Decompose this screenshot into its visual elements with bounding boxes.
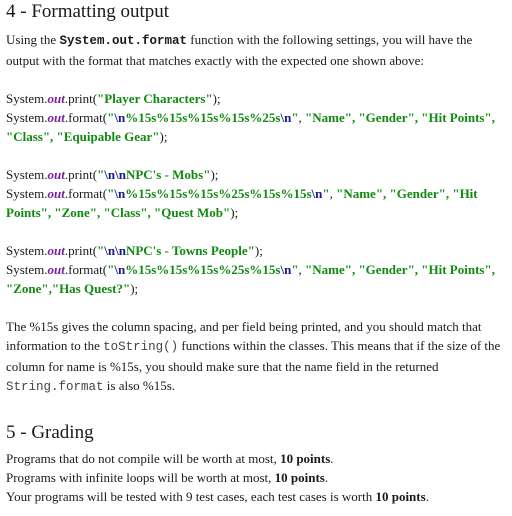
code-close: ); [254,243,263,258]
code-line-args: "Class", "Equipable Gear"); [6,127,506,146]
code-block-player-characters: System.out.print("Player Characters"); S… [6,89,506,146]
grading-end: . [324,470,329,485]
section-heading-formatting-output: 4 - Formatting output [6,1,170,22]
code-print: .print( [64,91,98,106]
code-line-print: System.out.print("Player Characters"); [6,89,506,108]
code-format: .format( [64,110,108,125]
code-system: System. [6,262,48,277]
code-format-spec: %15s%15s%15s%15s%25s [125,110,281,125]
code-args: Points", "Zone", "Class", "Quest Mob" [6,205,231,220]
grading-line: Your programs will be tested with 9 test… [6,487,506,506]
code-args: "Name", "Gender", "Hit [336,186,478,201]
grading-text: Programs with infinite loops will be wor… [6,470,275,485]
code-close: ); [159,129,168,144]
grading-line: Programs that do not compile will be wor… [6,449,506,468]
code-escape: \n [114,262,126,277]
code-system: System. [6,243,48,258]
intro-text-before: Using the [6,32,60,47]
code-print: .print( [64,243,98,258]
code-escape: \n [114,110,126,125]
code-line-print: System.out.print("\n\nNPC's - Towns Peop… [6,241,506,260]
code-close: ); [130,281,139,296]
code-system: System. [6,110,48,125]
explanation-code-tostring: toString() [103,340,179,354]
explanation-code-string-format: String.format [6,380,104,394]
document-page: 4 - Formatting output Using the System.o… [6,0,506,506]
code-escape: \n [280,262,292,277]
code-line-format: System.out.format("\n%15s%15s%15s%15s%25… [6,108,506,127]
code-out: out [47,186,65,201]
grading-line: Programs with infinite loops will be wor… [6,468,506,487]
grading-points: 10 points [274,470,325,485]
code-line-format: System.out.format("\n%15s%15s%15s%25s%15… [6,184,506,203]
code-out: out [47,243,65,258]
code-escape: \n [311,186,323,201]
code-out: out [47,262,65,277]
code-args: "Zone","Has Quest?" [6,281,131,296]
code-string: "Player Characters" [97,91,213,106]
code-format-spec: %15s%15s%15s%25s%15s [125,262,281,277]
code-format-spec: %15s%15s%15s%25s%15s%15s [125,186,312,201]
code-block-npc-mobs: System.out.print("\n\nNPC's - Mobs"); Sy… [6,165,506,222]
code-escape: \n\n [104,167,126,182]
code-args: "Name", "Gender", "Hit Points", [305,110,495,125]
grading-text: Programs that do not compile will be wor… [6,451,281,466]
code-system: System. [6,167,48,182]
section-heading-grading: 5 - Grading [6,422,94,443]
code-print: .print( [64,167,98,182]
grading-list: Programs that do not compile will be wor… [6,449,506,506]
code-system: System. [6,91,48,106]
code-quote: " [291,110,299,125]
intro-code: System.out.format [59,34,187,48]
code-close: ); [210,167,219,182]
grading-points: 10 points [280,451,331,466]
code-args: "Name", "Gender", "Hit Points", [305,262,495,277]
code-out: out [47,110,65,125]
code-escape: \n [114,186,126,201]
code-escape: \n\n [104,243,126,258]
explanation-paragraph: The %15s gives the column spacing, and p… [6,317,506,397]
code-format: .format( [64,262,108,277]
code-line-args: Points", "Zone", "Class", "Quest Mob"); [6,203,506,222]
code-out: out [47,167,65,182]
code-out: out [47,91,65,106]
code-block-npc-towns-people: System.out.print("\n\nNPC's - Towns Peop… [6,241,506,298]
code-string: NPC's - Mobs" [125,167,211,182]
grading-end: . [330,451,334,466]
grading-text: Your programs will be tested with 9 test… [6,489,376,504]
code-format: .format( [64,186,108,201]
explanation-text: is also %15s. [103,378,176,393]
code-quote: " [291,262,299,277]
code-escape: \n [280,110,292,125]
code-line-format: System.out.format("\n%15s%15s%15s%25s%15… [6,260,506,279]
code-string: NPC's - Towns People" [125,243,255,258]
code-close: ); [212,91,221,106]
code-close: ); [230,205,239,220]
intro-paragraph: Using the System.out.format function wit… [6,30,506,70]
code-args: "Class", "Equipable Gear" [6,129,160,144]
code-line-print: System.out.print("\n\nNPC's - Mobs"); [6,165,506,184]
grading-points: 10 points [375,489,426,504]
code-system: System. [6,186,48,201]
code-line-args: "Zone","Has Quest?"); [6,279,506,298]
grading-end: . [425,489,429,504]
code-quote: " [322,186,330,201]
